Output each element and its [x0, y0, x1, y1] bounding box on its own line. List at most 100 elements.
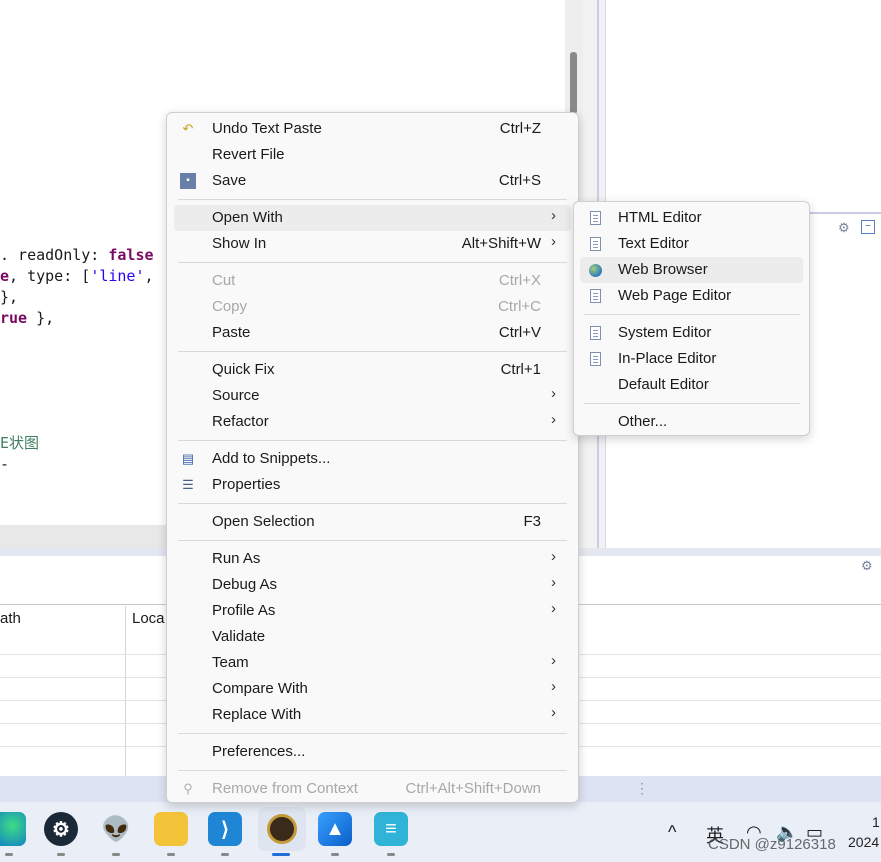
menu-item-source[interactable]: Source ›: [174, 383, 571, 409]
editor-scroll-thumb[interactable]: [570, 52, 577, 114]
chevron-right-icon: ›: [551, 385, 556, 402]
menu-item-paste[interactable]: Paste Ctrl+V: [174, 320, 571, 346]
photos-icon[interactable]: ▲: [318, 812, 352, 846]
menu-item-preferences[interactable]: Preferences...: [174, 739, 571, 765]
chevron-right-icon: ›: [551, 233, 556, 250]
running-indicator: [331, 853, 339, 856]
open-with-submenu: HTML Editor Text Editor Web Browser Web …: [573, 201, 810, 436]
active-indicator: [272, 853, 290, 856]
submenu-item-system-editor[interactable]: System Editor: [580, 320, 803, 346]
submenu-separator: [584, 403, 800, 404]
minimize-icon[interactable]: −: [861, 220, 875, 234]
code-line-4: rue },: [0, 309, 55, 327]
running-indicator: [112, 853, 120, 856]
document-icon: [590, 237, 601, 251]
running-indicator: [167, 853, 175, 856]
submenu-item-in-place-editor[interactable]: In-Place Editor: [580, 346, 803, 372]
remove-context-icon: ⚲: [183, 781, 193, 796]
menu-item-properties[interactable]: ☰ Properties: [174, 472, 571, 498]
submenu-separator: [584, 314, 800, 315]
alienware-icon[interactable]: 👽: [99, 812, 133, 846]
menu-item-team[interactable]: Team ›: [174, 650, 571, 676]
menu-item-open-selection[interactable]: Open Selection F3: [174, 509, 571, 535]
chevron-right-icon: ›: [551, 207, 556, 224]
menu-item-quick-fix[interactable]: Quick Fix Ctrl+1: [174, 357, 571, 383]
status-grip-icon: ⋮: [635, 780, 651, 796]
chevron-right-icon: ›: [551, 704, 556, 721]
menu-item-compare-with[interactable]: Compare With ›: [174, 676, 571, 702]
menu-separator: [178, 733, 567, 734]
running-indicator: [387, 853, 395, 856]
edge-icon[interactable]: [0, 812, 26, 846]
clock-time[interactable]: 1: [872, 814, 880, 830]
submenu-item-other[interactable]: Other...: [580, 409, 803, 435]
menu-item-cut[interactable]: Cut Ctrl+X: [174, 268, 571, 294]
column-divider: [125, 606, 126, 776]
bottom-view-menu-icon[interactable]: ⚙: [861, 558, 873, 574]
menu-separator: [178, 262, 567, 263]
clock-date[interactable]: 2024: [848, 834, 879, 850]
running-indicator: [221, 853, 229, 856]
chevron-right-icon: ›: [551, 574, 556, 591]
chevron-right-icon: ›: [551, 600, 556, 617]
globe-icon: [589, 264, 602, 277]
code-line-2: e, type: ['line',: [0, 267, 154, 285]
menu-item-revert-file[interactable]: Revert File: [174, 142, 571, 168]
code-line-tail: -: [0, 455, 10, 473]
menu-item-debug-as[interactable]: Debug As ›: [174, 572, 571, 598]
show-hidden-icons-chevron-icon[interactable]: ^: [668, 822, 676, 843]
menu-item-validate[interactable]: Validate: [174, 624, 571, 650]
menu-separator: [178, 503, 567, 504]
submenu-item-text-editor[interactable]: Text Editor: [580, 231, 803, 257]
vscode-icon[interactable]: ⟩: [208, 812, 242, 846]
menu-item-refactor[interactable]: Refactor ›: [174, 409, 571, 435]
column-header-location[interactable]: Loca: [132, 610, 165, 627]
running-indicator: [57, 853, 65, 856]
web-page-editor-icon: [590, 289, 601, 303]
menu-item-run-as[interactable]: Run As ›: [174, 546, 571, 572]
document-icon: [590, 326, 601, 340]
properties-icon: ☰: [182, 477, 194, 492]
menu-item-save[interactable]: ▪ Save Ctrl+S: [174, 168, 571, 194]
eclipse-icon: [267, 814, 297, 844]
menu-item-add-to-snippets[interactable]: ▤ Add to Snippets...: [174, 446, 571, 472]
view-menu-icon[interactable]: ⚙: [838, 220, 850, 236]
menu-item-undo-text-paste[interactable]: ↶ Undo Text Paste Ctrl+Z: [174, 116, 571, 142]
code-comment: E状图: [0, 434, 40, 452]
snippets-icon: ▤: [181, 451, 195, 466]
chevron-right-icon: ›: [551, 652, 556, 669]
menu-item-show-in[interactable]: Show In Alt+Shift+W ›: [174, 231, 571, 257]
submenu-item-web-browser[interactable]: Web Browser: [580, 257, 803, 283]
save-icon: ▪: [180, 173, 196, 189]
submenu-item-html-editor[interactable]: HTML Editor: [580, 205, 803, 231]
menu-item-profile-as[interactable]: Profile As ›: [174, 598, 571, 624]
menu-separator: [178, 770, 567, 771]
menu-separator: [178, 199, 567, 200]
chevron-right-icon: ›: [551, 678, 556, 695]
menu-separator: [178, 351, 567, 352]
watermark: CSDN @z9126318: [708, 836, 836, 853]
steam-icon[interactable]: ⚙: [44, 812, 78, 846]
code-line-1: . readOnly: false: [0, 246, 154, 264]
chevron-right-icon: ›: [551, 411, 556, 428]
code-line-3: },: [0, 288, 19, 306]
eclipse-taskbar-button[interactable]: [258, 807, 306, 851]
document-icon: [590, 352, 601, 366]
menu-item-copy[interactable]: Copy Ctrl+C: [174, 294, 571, 320]
notepad-icon[interactable]: ≡: [374, 812, 408, 846]
menu-item-open-with[interactable]: Open With ›: [174, 205, 571, 231]
outline-divider: [808, 212, 881, 214]
menu-item-remove-from-context[interactable]: ⚲ Remove from Context Ctrl+Alt+Shift+Dow…: [174, 776, 571, 802]
menu-item-replace-with[interactable]: Replace With ›: [174, 702, 571, 728]
menu-separator: [178, 440, 567, 441]
column-header-path[interactable]: ath: [0, 610, 21, 627]
submenu-item-web-page-editor[interactable]: Web Page Editor: [580, 283, 803, 309]
running-indicator: [5, 853, 13, 856]
context-menu: ↶ Undo Text Paste Ctrl+Z Revert File ▪ S…: [166, 112, 579, 803]
menu-separator: [178, 540, 567, 541]
file-explorer-icon[interactable]: [154, 812, 188, 846]
undo-icon: ↶: [182, 121, 194, 136]
chevron-right-icon: ›: [551, 548, 556, 565]
submenu-item-default-editor[interactable]: Default Editor: [580, 372, 803, 398]
document-icon: [590, 211, 601, 225]
